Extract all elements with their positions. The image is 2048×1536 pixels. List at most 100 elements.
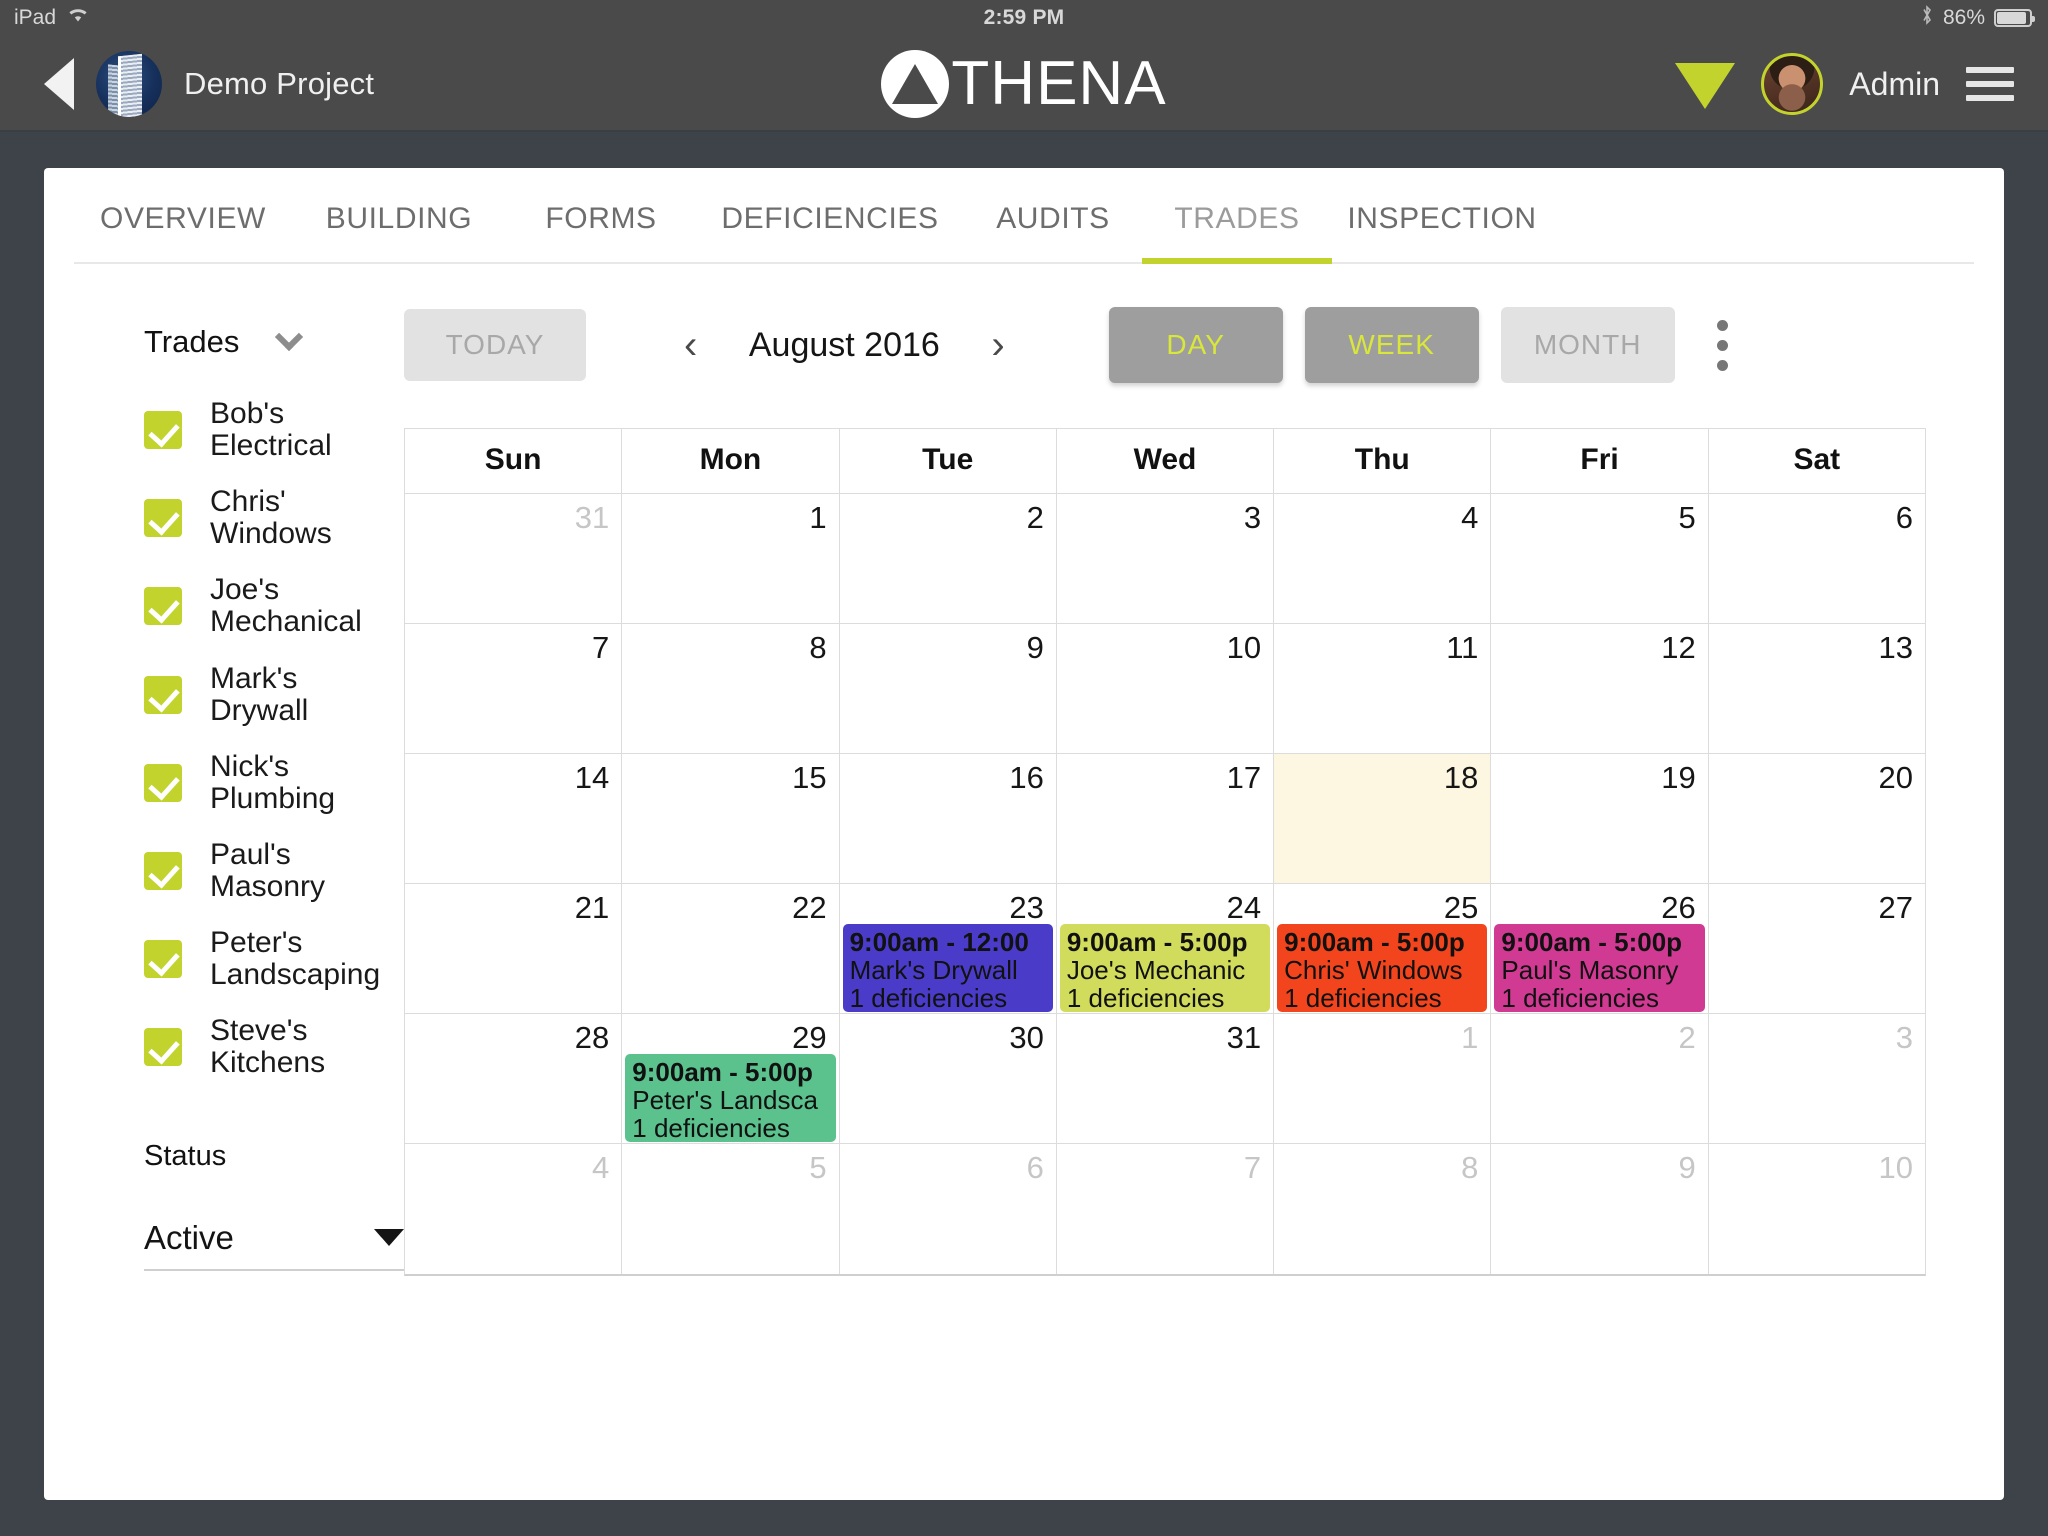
- trade-filter-row[interactable]: Mark's Drywall: [144, 662, 384, 727]
- day-number: 20: [1878, 760, 1913, 795]
- signal-fan-icon[interactable]: [1675, 63, 1736, 109]
- tab-label: DEFICIENCIES: [721, 202, 939, 235]
- view-button-week[interactable]: WEEK: [1304, 307, 1479, 383]
- view-button-day[interactable]: DAY: [1108, 307, 1283, 383]
- kebab-menu-icon[interactable]: [1716, 319, 1728, 371]
- calendar-day-cell[interactable]: 27: [1709, 884, 1925, 1013]
- trade-filter-row[interactable]: Nick's Plumbing: [144, 750, 384, 815]
- chevron-right-icon[interactable]: ›: [991, 325, 1004, 365]
- battery-percent: 86%: [1942, 6, 1985, 29]
- calendar-day-cell[interactable]: 10: [1057, 624, 1275, 753]
- checkbox-checked-icon[interactable]: [144, 499, 182, 538]
- calendar-day-cell[interactable]: 2: [840, 494, 1057, 623]
- calendar-event[interactable]: 9:00am - 12:00 Mark's Drywall 1 deficienci…: [842, 924, 1053, 1012]
- tab-overview[interactable]: OVERVIEW: [74, 202, 292, 262]
- tab-label: TRADES: [1174, 202, 1300, 235]
- calendar-day-cell[interactable]: 23 9:00am - 12:00 Mark's Drywall 1 deficien…: [840, 884, 1057, 1013]
- trade-filter-row[interactable]: Peter's Landscaping: [144, 927, 384, 991]
- calendar-day-cell[interactable]: 5: [622, 1144, 840, 1274]
- calendar-day-cell[interactable]: 6: [840, 1144, 1057, 1274]
- checkbox-checked-icon[interactable]: [144, 675, 182, 714]
- calendar-day-cell[interactable]: 25 9:00am - 5:00p Chris' Windows 1 deficien…: [1274, 884, 1492, 1013]
- calendar-day-cell[interactable]: 28: [405, 1014, 623, 1143]
- today-button[interactable]: TODAY: [404, 309, 586, 381]
- calendar-day-cell[interactable]: 1: [1274, 1014, 1492, 1143]
- calendar-day-cell[interactable]: 26 9:00am - 5:00p Paul's Masonry 1 deficien…: [1491, 884, 1709, 1013]
- calendar-day-cell[interactable]: 3: [1057, 494, 1275, 623]
- calendar-day-cell[interactable]: 11: [1274, 624, 1492, 753]
- calendar-day-cell[interactable]: 4: [405, 1144, 623, 1274]
- calendar-day-cell[interactable]: 19: [1491, 754, 1709, 883]
- calendar-day-cell[interactable]: 29 9:00am - 5:00p Peter's Landsca 1 deficie…: [622, 1014, 840, 1143]
- calendar-day-cell[interactable]: 15: [622, 754, 840, 883]
- calendar-day-cell[interactable]: 30: [840, 1014, 1057, 1143]
- calendar-day-cell[interactable]: 18: [1274, 754, 1492, 883]
- status-bar-right: 86%: [1920, 4, 2035, 32]
- calendar-day-cell[interactable]: 1: [622, 494, 840, 623]
- hamburger-menu-icon[interactable]: [1966, 67, 2014, 101]
- calendar-day-cell[interactable]: 9: [1491, 1144, 1709, 1274]
- calendar-day-cell[interactable]: 31: [1057, 1014, 1275, 1143]
- checkbox-checked-icon[interactable]: [144, 411, 182, 450]
- checkbox-checked-icon[interactable]: [144, 852, 182, 891]
- tab-audits[interactable]: AUDITS: [964, 202, 1142, 262]
- calendar-event[interactable]: 9:00am - 5:00p Peter's Landsca 1 deficienc…: [625, 1054, 836, 1142]
- day-number: 30: [1009, 1020, 1044, 1055]
- calendar-day-cell[interactable]: 10: [1709, 1144, 1925, 1274]
- tab-building[interactable]: BUILDING: [292, 202, 506, 262]
- avatar[interactable]: [1761, 53, 1824, 115]
- day-number: 10: [1878, 1150, 1913, 1185]
- calendar-day-cell[interactable]: 3: [1709, 1014, 1925, 1143]
- calendar-event[interactable]: 9:00am - 5:00p Paul's Masonry 1 deficienci…: [1494, 924, 1705, 1012]
- calendar-day-cell[interactable]: 12: [1491, 624, 1709, 753]
- trade-filter-row[interactable]: Joe's Mechanical: [144, 574, 384, 638]
- trade-filter-row[interactable]: Steve's Kitchens: [144, 1015, 384, 1079]
- calendar-day-cell[interactable]: 22: [622, 884, 840, 1013]
- calendar-day-cell[interactable]: 17: [1057, 754, 1275, 883]
- chevron-down-icon[interactable]: [275, 322, 304, 352]
- chevron-left-icon[interactable]: ‹: [684, 325, 697, 365]
- checkbox-checked-icon[interactable]: [144, 587, 182, 626]
- trades-section-header[interactable]: Trades: [144, 322, 384, 360]
- calendar-day-cell[interactable]: 2: [1491, 1014, 1709, 1143]
- calendar-day-cell[interactable]: 31: [405, 494, 623, 623]
- calendar-event[interactable]: 9:00am - 5:00p Joe's Mechanic 1 deficienci…: [1059, 924, 1271, 1012]
- tab-forms[interactable]: FORMS: [506, 202, 696, 262]
- calendar-day-cell[interactable]: 24 9:00am - 5:00p Joe's Mechanic 1 deficien…: [1057, 884, 1275, 1013]
- day-number: 29: [792, 1020, 827, 1055]
- event-deficiency-count: 1 deficiencies: [1284, 982, 1442, 1012]
- calendar-day-cell[interactable]: 9: [840, 624, 1057, 753]
- day-of-week-header: Sun Mon Tue Wed Thu Fri Sat: [405, 429, 1925, 494]
- calendar-event[interactable]: 9:00am - 5:00p Chris' Windows 1 deficienci…: [1277, 924, 1488, 1012]
- calendar-day-cell[interactable]: 16: [840, 754, 1057, 883]
- checkbox-checked-icon[interactable]: [144, 940, 182, 979]
- day-number: 3: [1895, 1020, 1913, 1055]
- day-number: 13: [1878, 630, 1913, 665]
- tab-inspection[interactable]: INSPECTION: [1332, 202, 1552, 262]
- project-avatar[interactable]: [96, 51, 162, 117]
- calendar-day-cell[interactable]: 8: [622, 624, 840, 753]
- calendar-day-cell[interactable]: 21: [405, 884, 623, 1013]
- view-button-month[interactable]: MONTH: [1500, 307, 1675, 383]
- tab-trades[interactable]: TRADES: [1142, 202, 1332, 264]
- calendar-day-cell[interactable]: 4: [1274, 494, 1492, 623]
- tab-deficiencies[interactable]: DEFICIENCIES: [696, 202, 964, 262]
- calendar-day-cell[interactable]: 7: [405, 624, 623, 753]
- tab-label: INSPECTION: [1347, 202, 1537, 235]
- trade-filter-row[interactable]: Chris' Windows: [144, 486, 384, 550]
- trade-filter-row[interactable]: Paul's Masonry: [144, 838, 384, 903]
- calendar-day-cell[interactable]: 5: [1491, 494, 1709, 623]
- checkbox-checked-icon[interactable]: [144, 763, 182, 802]
- calendar-day-cell[interactable]: 13: [1709, 624, 1925, 753]
- checkbox-checked-icon[interactable]: [144, 1028, 182, 1067]
- calendar-week-row: 7 8 9 10 11 12 13: [405, 624, 1925, 754]
- calendar-day-cell[interactable]: 20: [1709, 754, 1925, 883]
- calendar-day-cell[interactable]: 14: [405, 754, 623, 883]
- status-select[interactable]: Active: [144, 1219, 404, 1271]
- calendar-day-cell[interactable]: 6: [1709, 494, 1925, 623]
- back-arrow-icon[interactable]: [44, 58, 74, 110]
- calendar-day-cell[interactable]: 7: [1057, 1144, 1275, 1274]
- trade-filter-row[interactable]: Bob's Electrical: [144, 397, 384, 462]
- calendar-day-cell[interactable]: 8: [1274, 1144, 1492, 1274]
- day-header-sun: Sun: [405, 429, 623, 493]
